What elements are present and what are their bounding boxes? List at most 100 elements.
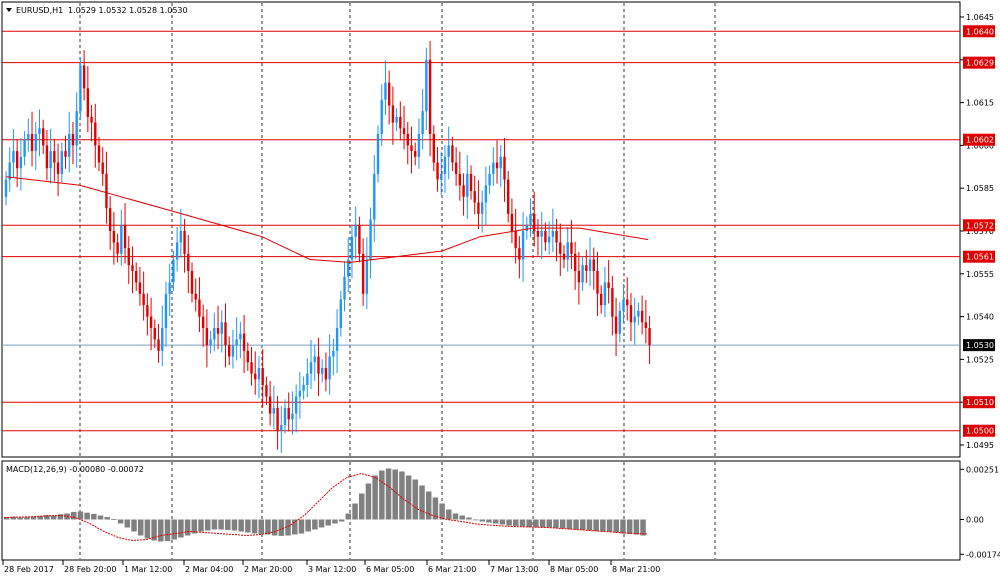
y-tick-label: 1.0495 bbox=[966, 441, 994, 450]
macd-bar bbox=[486, 519, 492, 523]
macd-bar bbox=[479, 519, 486, 522]
candle-body bbox=[283, 407, 287, 426]
candle-body bbox=[131, 265, 134, 271]
macd-bar bbox=[372, 475, 378, 520]
macd-bar bbox=[91, 513, 97, 520]
candle-body bbox=[19, 156, 23, 169]
macd-bar bbox=[519, 519, 526, 527]
ohlc-values: 1.0529 1.0532 1.0528 1.0530 bbox=[68, 6, 188, 15]
candle-body bbox=[4, 179, 8, 197]
candle-body bbox=[618, 310, 621, 334]
macd-bar bbox=[77, 511, 84, 520]
candle-body bbox=[68, 133, 71, 157]
candle-body bbox=[425, 59, 428, 112]
macd-bar bbox=[358, 493, 365, 520]
candle-body bbox=[384, 82, 387, 100]
candle-body bbox=[414, 151, 417, 157]
time-axis: 28 Feb 2017 28 Feb 20:00 1 Mar 12:00 2 Mar … bbox=[2, 560, 660, 574]
candle-body bbox=[451, 145, 454, 163]
candle-body bbox=[339, 299, 342, 329]
macd-bar bbox=[325, 519, 331, 526]
candle-body bbox=[153, 328, 156, 340]
candle-body bbox=[354, 225, 357, 237]
candle-body bbox=[23, 139, 26, 157]
candle-body bbox=[94, 122, 97, 146]
macd-bar bbox=[559, 519, 566, 529]
candle-body bbox=[135, 270, 138, 283]
macd-bar bbox=[446, 509, 452, 520]
candle-body bbox=[551, 231, 555, 237]
macd-bar bbox=[117, 519, 124, 524]
candle-body bbox=[373, 173, 376, 220]
candle-body bbox=[600, 293, 603, 306]
candle-body bbox=[399, 116, 402, 129]
candle-body bbox=[12, 151, 15, 163]
macd-bar bbox=[546, 519, 553, 528]
candle-body bbox=[376, 133, 380, 174]
macd-bar bbox=[626, 519, 633, 534]
candle-body bbox=[380, 99, 383, 134]
candle-body bbox=[30, 133, 34, 152]
triangle-down-icon[interactable] bbox=[6, 8, 12, 12]
candle-body bbox=[614, 316, 618, 334]
candle-body bbox=[108, 208, 112, 231]
candle-body bbox=[142, 293, 145, 306]
candle-body bbox=[514, 231, 517, 249]
candle-body bbox=[209, 339, 212, 346]
macd-bar bbox=[412, 479, 419, 520]
candle-body bbox=[417, 133, 421, 157]
macd-bar bbox=[17, 517, 23, 520]
macd-bar bbox=[365, 483, 372, 520]
macd-bar bbox=[158, 519, 164, 542]
candle-body bbox=[120, 225, 123, 254]
macd-bar bbox=[124, 519, 131, 528]
candle-body bbox=[205, 328, 209, 346]
macd-bar bbox=[97, 515, 104, 520]
candle-body bbox=[224, 322, 227, 346]
candle-body bbox=[335, 328, 339, 351]
current-price-label: 1.0530 bbox=[966, 341, 994, 350]
macd-bar bbox=[472, 519, 479, 521]
candle-body bbox=[168, 282, 171, 294]
candle-body bbox=[518, 248, 521, 260]
candle-body bbox=[562, 253, 566, 260]
candle-body bbox=[42, 128, 45, 146]
macd-bar bbox=[419, 485, 425, 520]
y-tick-label: 1.0540 bbox=[966, 313, 994, 322]
x-tick-label: 8 Mar 21:00 bbox=[612, 565, 660, 574]
candle-body bbox=[15, 151, 19, 169]
candle-body bbox=[391, 105, 395, 123]
candle-body bbox=[306, 373, 309, 386]
level-tag-label: 1.0629 bbox=[966, 59, 994, 68]
macd-bar bbox=[111, 519, 117, 520]
macd-bar bbox=[265, 519, 271, 535]
candle-body bbox=[332, 350, 335, 357]
macd-pane-frame bbox=[1, 460, 961, 561]
macd-bar bbox=[513, 519, 519, 526]
candle-body bbox=[622, 299, 625, 311]
candle-body bbox=[488, 173, 491, 186]
candle-body bbox=[257, 367, 261, 380]
candle-body bbox=[611, 288, 614, 317]
candle-body bbox=[573, 253, 577, 271]
candle-body bbox=[365, 259, 369, 294]
macd-bar bbox=[385, 468, 392, 520]
macd-bar bbox=[379, 470, 385, 520]
macd-bar bbox=[526, 519, 532, 528]
candle-body bbox=[343, 276, 346, 300]
macd-bar bbox=[225, 519, 231, 530]
candle-body bbox=[406, 133, 409, 146]
chart-canvas: 1.06451.06301.06151.06001.05851.05701.05… bbox=[1, 1, 1000, 574]
macd-bar bbox=[24, 517, 30, 520]
macd-bar bbox=[131, 519, 137, 532]
macd-bar bbox=[178, 519, 184, 538]
candle-body bbox=[287, 407, 290, 420]
candle-body bbox=[559, 242, 562, 254]
candle-body bbox=[458, 173, 462, 186]
candle-body bbox=[291, 413, 294, 420]
candle-body bbox=[477, 202, 480, 214]
candle-body bbox=[402, 128, 406, 134]
candle-body bbox=[86, 88, 90, 117]
candle-body bbox=[265, 385, 268, 397]
macd-bar bbox=[633, 519, 640, 535]
